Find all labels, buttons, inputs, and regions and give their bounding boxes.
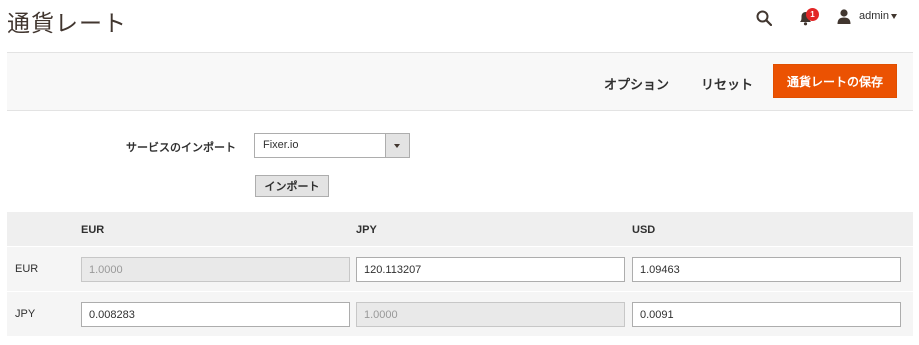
table-row: JPY	[7, 292, 913, 336]
column-header-eur: EUR	[81, 224, 105, 236]
import-service-label: サービスのインポート	[126, 141, 236, 154]
column-header-jpy: JPY	[356, 224, 377, 236]
table-row: EUR	[7, 247, 913, 291]
options-button[interactable]: オプション	[604, 74, 669, 93]
import-button[interactable]: インポート	[255, 175, 329, 197]
select-arrow[interactable]	[385, 134, 409, 157]
row-header-eur: EUR	[15, 263, 39, 275]
caret-down-icon[interactable]	[891, 14, 897, 19]
rate-input-jpy-jpy	[356, 302, 625, 327]
rate-input-eur-eur	[81, 257, 350, 282]
rate-input-eur-jpy[interactable]	[356, 257, 625, 282]
rate-input-jpy-eur[interactable]	[81, 302, 350, 327]
notification-count-badge[interactable]: 1	[806, 8, 819, 21]
import-service-selected-value: Fixer.io	[263, 139, 299, 151]
user-menu-name[interactable]: admin	[859, 10, 889, 22]
currency-rates-table: EUR JPY USD EUR JPY	[7, 212, 913, 345]
page-header: 通貨レート 1 admin	[0, 0, 919, 52]
search-icon[interactable]	[756, 10, 772, 26]
rate-input-eur-usd[interactable]	[632, 257, 901, 282]
table-header-row: EUR JPY USD	[7, 212, 913, 246]
chevron-down-icon	[394, 144, 400, 148]
page-actions-bar: オプション リセット 通貨レートの保存	[7, 52, 913, 111]
reset-button[interactable]: リセット	[701, 74, 753, 93]
user-icon[interactable]	[837, 9, 851, 24]
row-header-jpy: JPY	[15, 308, 36, 320]
page-title: 通貨レート	[7, 11, 127, 37]
import-service-select[interactable]: Fixer.io	[254, 133, 410, 158]
column-header-usd: USD	[632, 224, 656, 236]
rate-input-jpy-usd[interactable]	[632, 302, 901, 327]
save-currency-rates-button[interactable]: 通貨レートの保存	[773, 64, 897, 98]
